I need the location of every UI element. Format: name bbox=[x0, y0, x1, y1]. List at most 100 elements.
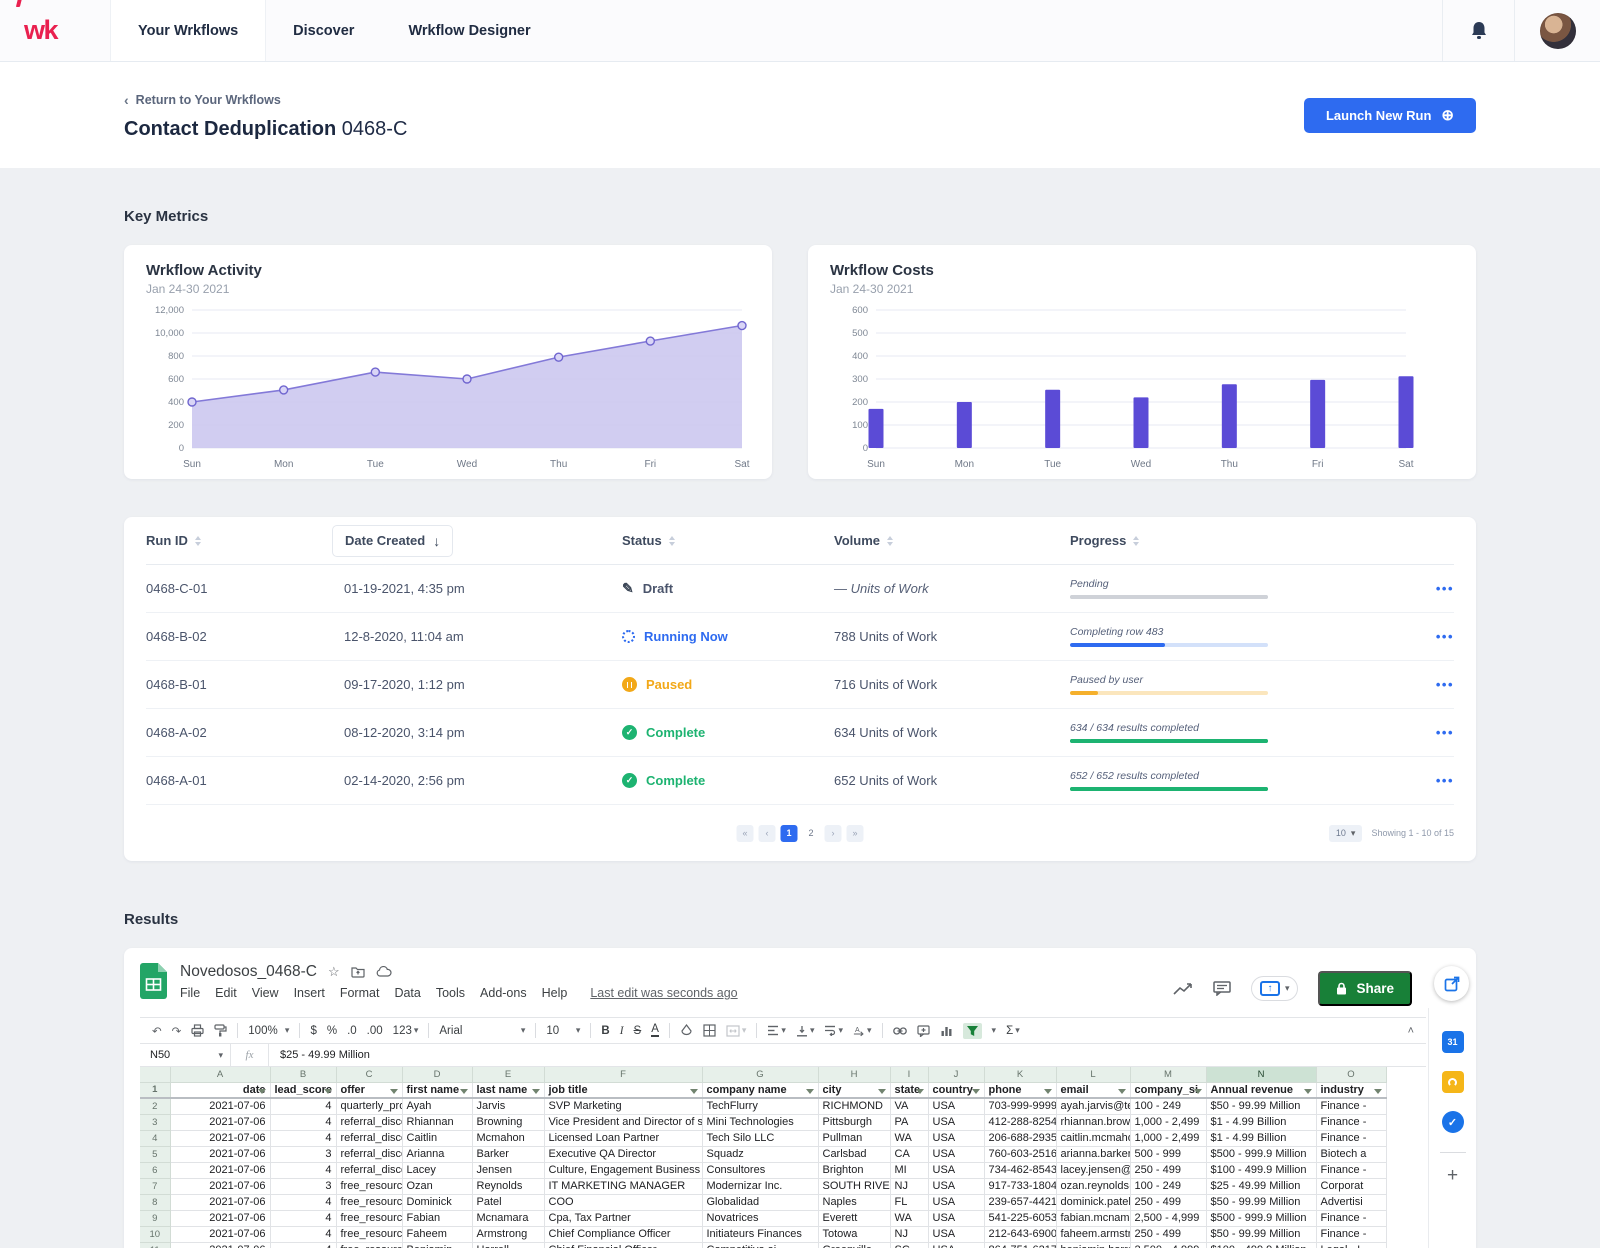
horizontal-align-icon[interactable]: ▾ bbox=[767, 1025, 786, 1036]
cell-C2[interactable]: quarterly_promo bbox=[336, 1098, 402, 1114]
sheet-grid[interactable]: ABCDEFGHIJKLMNO1datelead_scoreofferfirst… bbox=[140, 1067, 1387, 1248]
cell-O5[interactable]: Biotech a bbox=[1316, 1146, 1386, 1162]
pagination-next[interactable]: › bbox=[825, 825, 842, 842]
field-header-first-name[interactable]: first name bbox=[402, 1082, 472, 1098]
cell-G7[interactable]: Modernizar Inc. bbox=[702, 1178, 818, 1194]
column-header-run-id[interactable]: Run ID bbox=[146, 533, 344, 548]
font-select[interactable]: Arial▾ bbox=[439, 1025, 525, 1037]
cell-D11[interactable]: Benjamin bbox=[402, 1242, 472, 1248]
cell-F3[interactable]: Vice President and Director of strateg bbox=[544, 1114, 702, 1130]
cell-G10[interactable]: Initiateurs Finances bbox=[702, 1226, 818, 1242]
grid-corner[interactable] bbox=[140, 1067, 170, 1082]
cell-D9[interactable]: Fabian bbox=[402, 1210, 472, 1226]
field-header-email[interactable]: email bbox=[1056, 1082, 1130, 1098]
cell-D6[interactable]: Lacey bbox=[402, 1162, 472, 1178]
cell-D2[interactable]: Ayah bbox=[402, 1098, 472, 1114]
insert-comment-icon[interactable] bbox=[917, 1025, 930, 1037]
menu-addons[interactable]: Add-ons bbox=[480, 986, 527, 1000]
filter-views-caret[interactable]: ▾ bbox=[992, 1025, 997, 1036]
print-icon[interactable] bbox=[191, 1024, 204, 1037]
row-actions-menu[interactable]: ••• bbox=[1436, 677, 1454, 692]
field-header-industry[interactable]: industry bbox=[1316, 1082, 1386, 1098]
cell-H6[interactable]: Brighton bbox=[818, 1162, 890, 1178]
cell-J4[interactable]: USA bbox=[928, 1130, 984, 1146]
cell-J8[interactable]: USA bbox=[928, 1194, 984, 1210]
cell-E3[interactable]: Browning bbox=[472, 1114, 544, 1130]
cell-H9[interactable]: Everett bbox=[818, 1210, 890, 1226]
decrease-decimals-icon[interactable]: .0 bbox=[347, 1025, 357, 1037]
column-letter-C[interactable]: C bbox=[336, 1067, 402, 1082]
filter-funnel-icon[interactable] bbox=[1304, 1089, 1312, 1094]
column-header-volume[interactable]: Volume bbox=[834, 533, 1070, 548]
cell-O6[interactable]: Finance - bbox=[1316, 1162, 1386, 1178]
cell-E9[interactable]: Mcnamara bbox=[472, 1210, 544, 1226]
menu-edit[interactable]: Edit bbox=[215, 986, 237, 1000]
row-number[interactable]: 4 bbox=[140, 1130, 170, 1146]
cell-C6[interactable]: referral_discoun bbox=[336, 1162, 402, 1178]
cell-H2[interactable]: RICHMOND bbox=[818, 1098, 890, 1114]
column-header-progress[interactable]: Progress bbox=[1070, 533, 1414, 548]
filter-funnel-icon[interactable] bbox=[878, 1089, 886, 1094]
cell-I11[interactable]: SC bbox=[890, 1242, 928, 1248]
cell-L11[interactable]: benjamin.harrell bbox=[1056, 1242, 1130, 1248]
last-edit-link[interactable]: Last edit was seconds ago bbox=[590, 986, 737, 1000]
cell-I7[interactable]: NJ bbox=[890, 1178, 928, 1194]
star-icon[interactable]: ☆ bbox=[328, 964, 340, 980]
increase-decimals-icon[interactable]: .00 bbox=[367, 1025, 383, 1037]
cell-D5[interactable]: Arianna bbox=[402, 1146, 472, 1162]
insert-link-icon[interactable] bbox=[893, 1027, 907, 1035]
cell-O3[interactable]: Finance - bbox=[1316, 1114, 1386, 1130]
cell-N3[interactable]: $1 - 4.99 Billion bbox=[1206, 1114, 1316, 1130]
collapse-toolbar-icon[interactable]: ˄ bbox=[1408, 1025, 1414, 1037]
cell-J9[interactable]: USA bbox=[928, 1210, 984, 1226]
cell-B3[interactable]: 4 bbox=[270, 1114, 336, 1130]
cell-A10[interactable]: 2021-07-06 bbox=[170, 1226, 270, 1242]
cell-G9[interactable]: Novatrices bbox=[702, 1210, 818, 1226]
text-rotation-icon[interactable]: A▾ bbox=[853, 1025, 872, 1037]
field-header-country[interactable]: country bbox=[928, 1082, 984, 1098]
functions-icon[interactable]: Σ▾ bbox=[1006, 1025, 1020, 1037]
cell-A6[interactable]: 2021-07-06 bbox=[170, 1162, 270, 1178]
column-letter-H[interactable]: H bbox=[818, 1067, 890, 1082]
row-number[interactable]: 9 bbox=[140, 1210, 170, 1226]
user-menu[interactable] bbox=[1514, 0, 1600, 61]
field-header-Annual-revenue[interactable]: Annual revenue bbox=[1206, 1082, 1316, 1098]
comment-history-icon[interactable] bbox=[1213, 981, 1231, 996]
cell-M8[interactable]: 250 - 499 bbox=[1130, 1194, 1206, 1210]
cell-C4[interactable]: referral_discoun bbox=[336, 1130, 402, 1146]
filter-funnel-icon[interactable] bbox=[690, 1089, 698, 1094]
cell-N7[interactable]: $25 - 49.99 Million bbox=[1206, 1178, 1316, 1194]
cell-B4[interactable]: 4 bbox=[270, 1130, 336, 1146]
field-header-phone[interactable]: phone bbox=[984, 1082, 1056, 1098]
column-letter-J[interactable]: J bbox=[928, 1067, 984, 1082]
cell-J6[interactable]: USA bbox=[928, 1162, 984, 1178]
cell-A5[interactable]: 2021-07-06 bbox=[170, 1146, 270, 1162]
cell-N2[interactable]: $50 - 99.99 Million bbox=[1206, 1098, 1316, 1114]
cell-H3[interactable]: Pittsburgh bbox=[818, 1114, 890, 1130]
filter-funnel-icon[interactable] bbox=[1044, 1089, 1052, 1094]
filter-funnel-icon[interactable] bbox=[324, 1089, 332, 1094]
fill-color-icon[interactable] bbox=[680, 1024, 693, 1037]
pagination-page-2[interactable]: 2 bbox=[803, 825, 820, 842]
cell-M6[interactable]: 250 - 499 bbox=[1130, 1162, 1206, 1178]
cell-D10[interactable]: Faheem bbox=[402, 1226, 472, 1242]
undo-icon[interactable]: ↶ bbox=[152, 1024, 162, 1038]
calendar-icon[interactable]: 31 bbox=[1442, 1031, 1464, 1053]
cell-I10[interactable]: NJ bbox=[890, 1226, 928, 1242]
cell-K4[interactable]: 206-688-2935 bbox=[984, 1130, 1056, 1146]
cell-F4[interactable]: Licensed Loan Partner bbox=[544, 1130, 702, 1146]
format-currency-icon[interactable]: $ bbox=[310, 1025, 316, 1037]
cell-M5[interactable]: 500 - 999 bbox=[1130, 1146, 1206, 1162]
cell-I4[interactable]: WA bbox=[890, 1130, 928, 1146]
cloud-status-icon[interactable] bbox=[376, 966, 392, 978]
cell-J5[interactable]: USA bbox=[928, 1146, 984, 1162]
filter-funnel-icon[interactable] bbox=[916, 1089, 924, 1094]
bold-icon[interactable]: B bbox=[601, 1025, 609, 1037]
cell-H10[interactable]: Totowa bbox=[818, 1226, 890, 1242]
field-header-lead_score[interactable]: lead_score bbox=[270, 1082, 336, 1098]
cell-K10[interactable]: 212-643-6900 x bbox=[984, 1226, 1056, 1242]
cell-B6[interactable]: 4 bbox=[270, 1162, 336, 1178]
cell-E2[interactable]: Jarvis bbox=[472, 1098, 544, 1114]
cell-M2[interactable]: 100 - 249 bbox=[1130, 1098, 1206, 1114]
filter-funnel-icon[interactable] bbox=[258, 1089, 266, 1094]
